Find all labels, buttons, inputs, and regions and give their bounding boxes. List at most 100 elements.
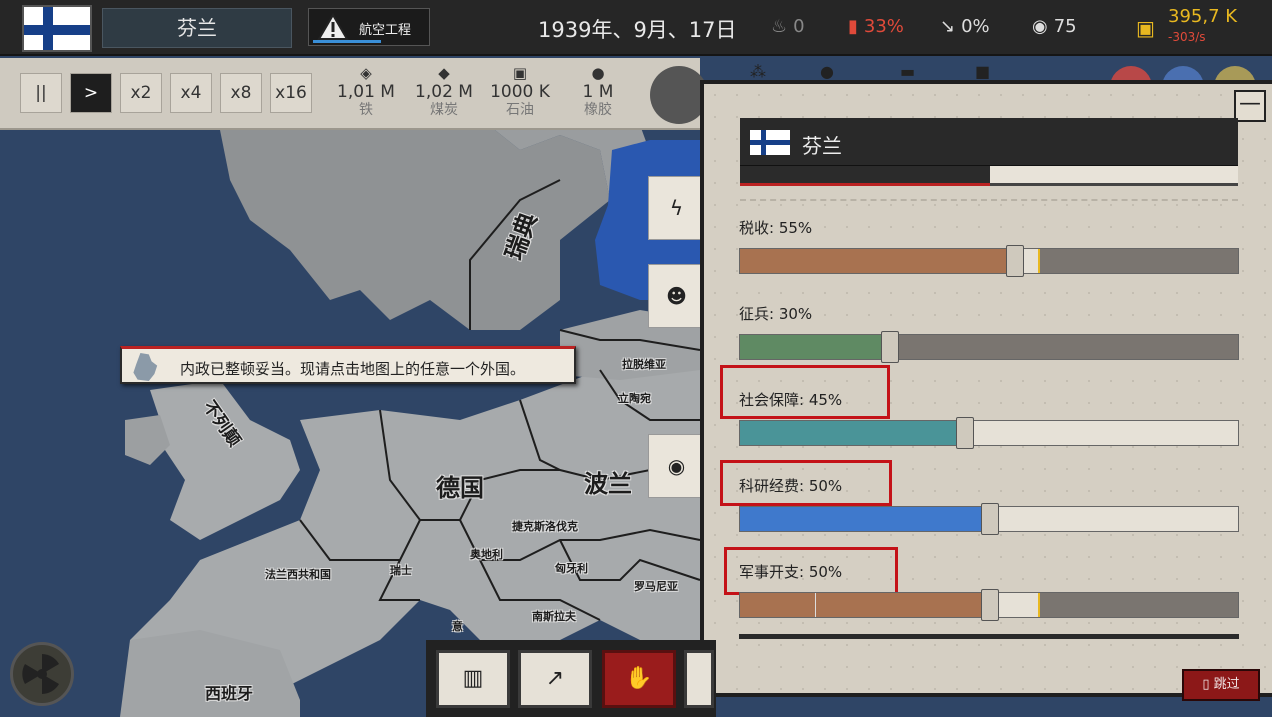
territory-value: 33% [863, 16, 904, 37]
military-label: 军事开支: 50% [739, 563, 843, 581]
research-funding-fill [740, 507, 990, 531]
economy-button[interactable]: ↗ [518, 650, 592, 708]
flag-cross-v [761, 130, 766, 155]
tab-navy[interactable]: 海军 [990, 166, 1238, 186]
conscription-knob[interactable] [881, 331, 899, 363]
social-label: 社会保障: 45% [739, 391, 843, 409]
divider [740, 199, 1238, 201]
resource-name: 石油 [506, 102, 534, 118]
resource-amount: 1,02 M [415, 82, 473, 102]
tab-domestic[interactable]: 国内 [740, 166, 990, 186]
stat-trend[interactable]: ↘ 0% [940, 16, 990, 37]
tab-person[interactable]: ☻ [648, 264, 704, 328]
fire-value: 0 [793, 16, 805, 37]
military-fill [740, 593, 990, 617]
conscription-slider[interactable] [739, 331, 1239, 363]
tooltip-text: 内政已整顿妥当。现请点击地图上的任意一个外国。 [180, 360, 526, 378]
resource-amount: 1,01 M [337, 82, 395, 102]
panel-country-name: 芬兰 [802, 134, 842, 158]
skip-button[interactable]: ▯ 跳过 [1182, 669, 1260, 701]
tax-slider[interactable] [739, 245, 1239, 277]
play-button[interactable]: > [70, 73, 112, 113]
country-name[interactable]: 芬兰 [102, 8, 292, 48]
drop-icon: ● [591, 64, 605, 82]
tax-fill [740, 249, 1015, 273]
money-value: 395,7 K [1168, 6, 1238, 27]
map-view-button[interactable]: ▥ [436, 650, 510, 708]
radiation-icon [22, 654, 59, 694]
map-label-romania: 罗马尼亚 [634, 580, 678, 593]
speed-x4-button[interactable]: x4 [170, 73, 212, 113]
research-indicator[interactable]: 航空工程 [308, 8, 430, 46]
speed-x16-button[interactable]: x16 [270, 73, 312, 113]
lightning-icon: ϟ [669, 196, 684, 220]
research-funding-label: 科研经费: 50% [739, 477, 843, 495]
map-icon: ▥ [462, 666, 484, 691]
resource-coal[interactable]: ◆ 1,02 M 煤炭 [404, 64, 484, 118]
map-label-poland: 波兰 [584, 470, 632, 498]
tank-icon[interactable]: ■ [975, 62, 990, 81]
globe-icon: ◉ [1032, 16, 1048, 37]
stat-globe[interactable]: ◉ 75 [1032, 16, 1077, 37]
speed-x2-button[interactable]: x2 [120, 73, 162, 113]
minimize-button[interactable]: — [1234, 90, 1266, 122]
infantry-icon[interactable]: ⁂ [750, 62, 766, 81]
trend-down-icon: ↘ [940, 16, 956, 37]
diplomacy-button[interactable]: ✋ [602, 650, 676, 708]
map-label-germany: 德国 [436, 474, 484, 502]
speed-x8-button[interactable]: x8 [220, 73, 262, 113]
tax-knob[interactable] [1006, 245, 1024, 277]
flag-cross-h [24, 25, 90, 35]
panel-flag [750, 130, 790, 155]
map-label-hungary: 匈牙利 [555, 562, 588, 575]
social-knob[interactable] [956, 417, 974, 449]
research-label: 航空工程 [359, 23, 412, 38]
country-silhouette-icon [133, 353, 158, 381]
stat-fire[interactable]: ♨ 0 [771, 16, 805, 37]
person-icon: ☻ [666, 284, 687, 308]
panel-header: 芬兰 [740, 118, 1238, 168]
military-marker [1038, 593, 1040, 617]
tax-marker [1038, 249, 1040, 273]
nuclear-button[interactable] [10, 642, 74, 706]
tab-globe[interactable]: ◉ [648, 434, 704, 498]
conscription-fill [740, 335, 890, 359]
resource-name: 煤炭 [430, 102, 458, 118]
map-label-swiss: 瑞士 [390, 564, 412, 577]
social-slider[interactable] [739, 417, 1239, 449]
more-button[interactable] [684, 650, 714, 708]
resource-rubber[interactable]: ● 1 M 橡胶 [558, 64, 638, 118]
globe-icon: ◉ [667, 454, 686, 478]
warning-icon [317, 13, 349, 40]
skip-label: 跳过 [1213, 677, 1240, 692]
country-flag[interactable] [22, 5, 92, 52]
military-knob[interactable] [981, 589, 999, 621]
map-label-spain: 西班牙 [205, 684, 254, 703]
skip-icon: ▯ [1202, 677, 1214, 692]
gun-icon[interactable]: ▬ [900, 62, 915, 81]
handshake-icon: ✋ [625, 666, 653, 691]
research-progress [313, 40, 381, 43]
trend-value: 0% [961, 16, 990, 37]
tab-lightning[interactable]: ϟ [648, 176, 704, 240]
helmet-icon[interactable]: ● [820, 62, 834, 81]
game-date: 1939年、9月、17日 [538, 18, 737, 42]
military-slider[interactable] [739, 589, 1239, 621]
research-funding-knob[interactable] [981, 503, 999, 535]
trend-up-icon: ↗ [545, 666, 565, 691]
pause-button[interactable]: || [20, 73, 62, 113]
resource-oil[interactable]: ▣ 1000 K 石油 [480, 64, 560, 118]
gem-icon: ◆ [438, 64, 450, 82]
resource-iron[interactable]: ◈ 1,01 M 铁 [326, 64, 406, 118]
resource-name: 橡胶 [584, 102, 612, 118]
money-icon: ▣ [1136, 16, 1155, 40]
map-label-austria: 奥地利 [470, 548, 503, 561]
oil-icon: ▣ [512, 64, 528, 82]
bottom-toolbar: ▥ ↗ ✋ [426, 640, 716, 717]
research-funding-slider[interactable] [739, 503, 1239, 535]
speed-resource-bar: || > x2 x4 x8 x16 ◈ 1,01 M 铁 ◆ 1,02 M 煤炭… [0, 58, 700, 130]
panel-bottom-divider [739, 634, 1239, 639]
stat-territory[interactable]: ▮ 33% [848, 16, 904, 37]
resource-name: 铁 [359, 102, 373, 118]
map-label-france: 法兰西共和国 [265, 568, 331, 581]
